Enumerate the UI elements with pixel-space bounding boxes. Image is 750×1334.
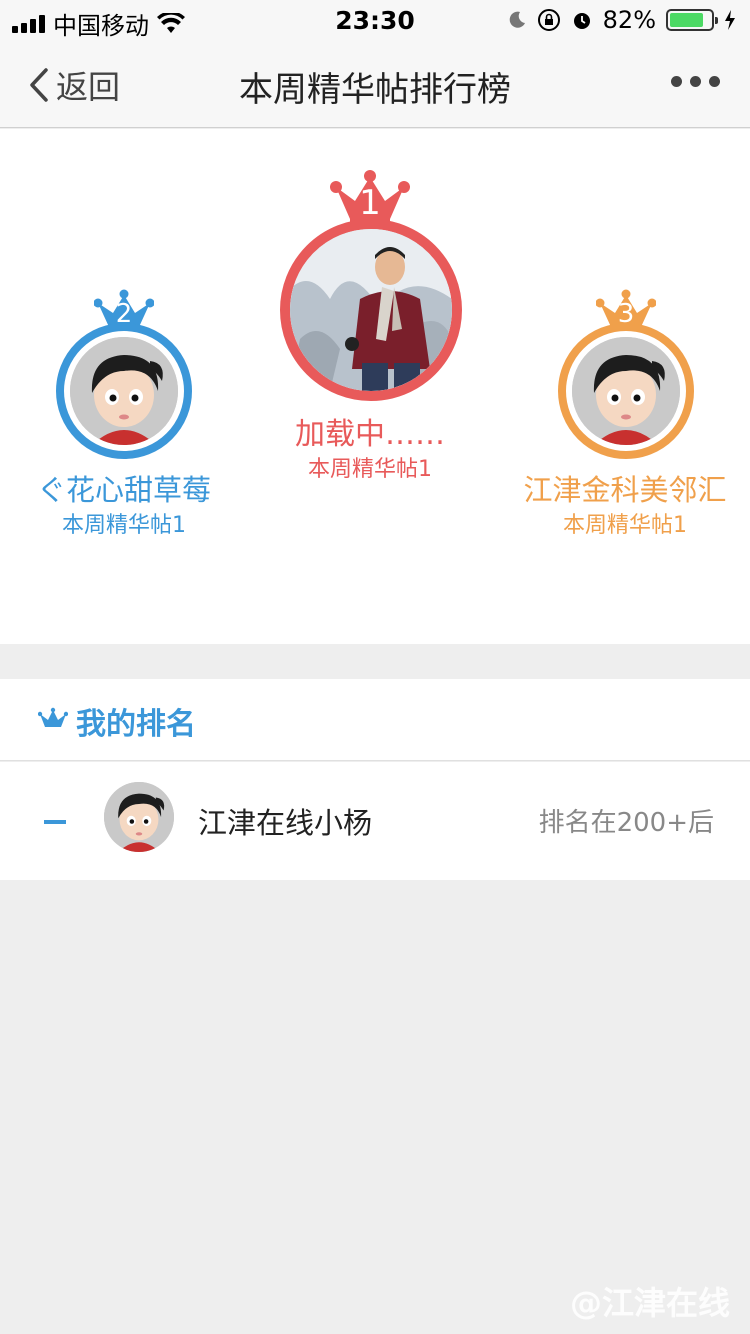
- status-right: 82%: [507, 6, 736, 34]
- my-rank-header: 我的排名: [0, 679, 750, 761]
- rank-number: 1: [359, 183, 381, 223]
- rank-subtitle: 本周精华帖1: [563, 513, 687, 538]
- rank-subtitle: 本周精华帖1: [308, 457, 432, 482]
- more-dot: [690, 76, 701, 87]
- moon-icon: [509, 11, 525, 28]
- rank-card-1[interactable]: 1 加载中…… 本周精华帖1: [240, 169, 500, 489]
- avatar: [290, 229, 452, 391]
- battery-icon: [666, 9, 718, 31]
- charging-icon: [725, 10, 735, 30]
- battery-fill: [670, 13, 703, 27]
- my-rank-value: [44, 820, 66, 824]
- watermark: @江津在线: [569, 1284, 730, 1322]
- status-bar: 中国移动 23:30 82%: [0, 0, 750, 40]
- battery-percent: 82%: [602, 6, 656, 34]
- avatar: [70, 337, 178, 445]
- avatar: [572, 337, 680, 445]
- rank-card-3[interactable]: 3 江津金科美邻汇 本周精华帖1: [500, 289, 750, 549]
- nav-bar: 返回 本周精华帖排行榜: [0, 40, 750, 128]
- avatar-ring: [280, 219, 462, 401]
- rank-name: ぐ花心甜草莓: [36, 473, 211, 507]
- avatar: [104, 782, 174, 852]
- more-dot: [709, 76, 720, 87]
- rotation-lock-icon: [537, 9, 560, 31]
- my-rank-status: 排名在200+后: [538, 808, 714, 838]
- rank-card-2[interactable]: 2 ぐ花心甜草莓 本周精华帖1: [0, 289, 248, 549]
- alarm-icon: [573, 13, 590, 29]
- rank-name: 江津金科美邻汇: [523, 473, 727, 507]
- avatar-ring: [558, 323, 694, 459]
- avatar-ring: [56, 323, 192, 459]
- more-button[interactable]: [671, 76, 720, 87]
- screen: 中国移动 23:30 82% 返回 本周精华帖排行榜 1 加载中…… 本周精华帖…: [0, 0, 750, 1334]
- crown-icon: [38, 707, 68, 727]
- podium-panel: 1 加载中…… 本周精华帖1 2 ぐ花心甜草莓 本周精华帖1 3 江津金科美邻汇…: [0, 129, 750, 644]
- rank-subtitle: 本周精华帖1: [62, 513, 186, 538]
- rank-name: 加载中……: [295, 417, 445, 452]
- my-rank-row[interactable]: – 江津在线小杨 排名在200+后: [0, 762, 750, 880]
- my-rank-title: 我的排名: [76, 707, 196, 742]
- more-dot: [671, 76, 682, 87]
- my-name: 江津在线小杨: [198, 806, 373, 840]
- page-title: 本周精华帖排行榜: [239, 70, 511, 110]
